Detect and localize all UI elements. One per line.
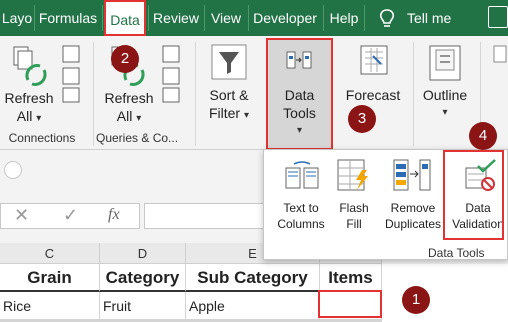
lightbulb-icon[interactable] [377, 8, 397, 30]
insert-function-icon[interactable]: fx [108, 206, 120, 224]
sort-filter-button[interactable]: Sort & Filter ▾ [200, 86, 258, 125]
outline-label: Outline [422, 87, 468, 103]
tab-help[interactable]: Help [324, 0, 364, 36]
flash-fill-label-1: Flash [339, 201, 369, 215]
more-icon [493, 45, 507, 63]
flash-fill-icon [337, 159, 368, 191]
ribbon-divider [413, 42, 414, 146]
text-to-columns-icon [285, 161, 319, 189]
sort-label: Sort & [209, 87, 249, 103]
tell-me-search[interactable]: Tell me [407, 0, 473, 36]
highlight-box [266, 38, 333, 150]
cell-grain[interactable]: Rice [0, 292, 100, 320]
remove-duplicates-label-2: Duplicates [384, 217, 442, 231]
chevron-down-icon: ▾ [36, 113, 42, 124]
filter-icon [211, 44, 247, 80]
refresh-all-sublabel: All [116, 108, 133, 124]
tab-formulas[interactable]: Formulas [35, 0, 101, 36]
text-to-columns-label-1: Text to [283, 201, 319, 215]
flash-fill-button[interactable]: Flash Fill [334, 200, 374, 232]
callout-badge-3: 3 [348, 105, 376, 133]
refresh-all-button[interactable]: Refresh All ▾ [2, 89, 56, 128]
header-cell-items[interactable]: Items [320, 264, 382, 292]
enter-check-icon[interactable]: ✓ [63, 205, 78, 226]
forecast-button[interactable]: Forecast [340, 86, 406, 104]
header-cell-category[interactable]: Category [100, 264, 186, 292]
remove-duplicates-button[interactable]: Remove Duplicates [376, 200, 450, 232]
column-header-c[interactable]: C [0, 243, 100, 264]
data-validation-highlight [443, 150, 504, 240]
menu-bar: Layo Formulas Data Review View Developer… [0, 0, 508, 36]
selected-cell-highlight [318, 290, 382, 318]
refresh-all-queries-button[interactable]: Refresh All ▾ [100, 89, 158, 128]
tab-developer[interactable]: Developer [249, 0, 321, 36]
connections-small-icons [62, 45, 80, 103]
header-cell-subcategory[interactable]: Sub Category [186, 264, 320, 292]
circle-button[interactable] [4, 161, 22, 179]
remove-duplicates-icon [393, 159, 431, 191]
empty-cells [382, 264, 508, 322]
outline-button[interactable]: Outline ▾ [416, 86, 474, 122]
cell-category[interactable]: Fruit [100, 292, 186, 320]
ribbon-divider [195, 42, 196, 146]
share-icon[interactable] [488, 6, 508, 28]
cancel-icon[interactable]: ✕ [14, 205, 29, 226]
queries-small-icons [162, 45, 180, 103]
refresh-all-sublabel: All [16, 108, 33, 124]
tab-page-layout[interactable]: Layo [0, 0, 34, 36]
callout-badge-1: 1 [402, 286, 430, 314]
refresh-all-label: Refresh [4, 90, 54, 106]
remove-duplicates-label-1: Remove [390, 201, 436, 215]
ribbon-divider [93, 42, 94, 146]
text-to-columns-button[interactable]: Text to Columns [268, 200, 334, 232]
tab-divider [364, 5, 365, 31]
column-header-d[interactable]: D [100, 243, 186, 264]
chevron-down-icon: ▾ [243, 110, 250, 121]
group-label-queries: Queries & Co... [96, 131, 179, 145]
group-label-data-tools: Data Tools [428, 246, 485, 260]
tab-view[interactable]: View [205, 0, 247, 36]
text-to-columns-label-2: Columns [277, 217, 325, 231]
callout-badge-2: 2 [111, 45, 139, 73]
forecast-label: Forecast [345, 87, 401, 103]
formula-input[interactable] [144, 203, 264, 229]
filter-label: Filter [208, 105, 241, 121]
tab-divider [102, 5, 103, 31]
tab-data[interactable]: Data [104, 0, 146, 36]
header-cell-grain[interactable]: Grain [0, 264, 100, 292]
flash-fill-label-2: Fill [346, 217, 362, 231]
refresh-all-label: Refresh [104, 90, 154, 106]
tab-review[interactable]: Review [149, 0, 203, 36]
forecast-sheet-icon [360, 45, 388, 75]
outline-icon [429, 45, 461, 81]
cell-subcategory[interactable]: Apple [186, 292, 320, 320]
callout-badge-4: 4 [469, 122, 497, 150]
group-label-connections: Connections [8, 131, 76, 145]
chevron-down-icon: ▾ [136, 113, 142, 124]
refresh-all-icon [13, 46, 47, 86]
chevron-down-icon: ▾ [442, 107, 448, 118]
